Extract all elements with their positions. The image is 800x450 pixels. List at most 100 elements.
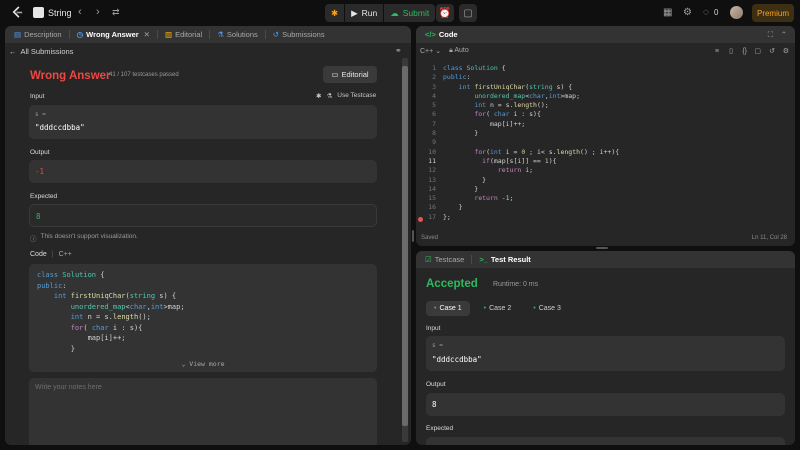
tab-test-result[interactable]: >_ Test Result: [476, 255, 533, 264]
tab-testcase[interactable]: ☑ Testcase: [422, 255, 467, 264]
settings-icon[interactable]: ⚙: [783, 47, 789, 55]
problem-list-icon[interactable]: [33, 7, 44, 18]
problem-list-title[interactable]: String: [48, 8, 72, 18]
pass-dot-icon: •: [434, 305, 437, 312]
case-label: Case 2: [489, 305, 512, 312]
link-icon[interactable]: ⚭: [395, 46, 402, 55]
divider: [156, 30, 158, 39]
case-tab-3[interactable]: • Case 3: [525, 301, 569, 316]
line-number: 15: [428, 194, 436, 203]
next-problem-icon[interactable]: ›: [96, 6, 100, 18]
streak-fire-icon[interactable]: ◌: [703, 7, 709, 18]
runtime: Runtime: 0 ms: [493, 281, 539, 288]
case-label: Case 1: [439, 305, 462, 312]
gear-icon[interactable]: ⚙: [683, 7, 692, 18]
result-status-title: Wrong Answer: [30, 70, 111, 82]
tab-code[interactable]: </> Code: [422, 30, 461, 39]
debug-bug-icon[interactable]: ✱: [316, 92, 321, 100]
output-box: -1: [29, 160, 377, 183]
vertical-resize-handle[interactable]: [412, 230, 414, 242]
run-button[interactable]: ▶ Run: [345, 4, 383, 22]
line-number: 11: [428, 156, 436, 165]
code-line: int firstUniqChar(string s) {: [53, 292, 177, 300]
submitted-code-box: class Solution { public: int firstUniqCh…: [29, 264, 377, 372]
notes-textarea[interactable]: Write your notes here: [29, 378, 377, 445]
code-line: int n = s.length();: [70, 313, 151, 321]
case-tab-2[interactable]: • Case 2: [476, 301, 520, 316]
prev-problem-icon[interactable]: ‹: [78, 6, 82, 18]
pass-dot-icon: •: [483, 305, 487, 312]
case-tab-1[interactable]: • Case 1: [426, 301, 470, 316]
result-expected-label: Expected: [426, 425, 454, 432]
layout-grid-icon[interactable]: ▦: [663, 7, 672, 18]
editorial-button[interactable]: ▭ Editorial: [323, 66, 377, 83]
tab-description[interactable]: ▤ Description: [11, 30, 65, 39]
shuffle-icon[interactable]: ⇄: [112, 7, 120, 18]
info-icon: ⓘ: [30, 236, 37, 243]
code-header-label: Code: [30, 251, 47, 258]
timer-button[interactable]: ⏰: [436, 4, 454, 22]
line-number: 14: [428, 184, 436, 193]
book-icon: ▭: [331, 70, 339, 79]
expected-value: 8: [36, 212, 41, 221]
document-icon: ▤: [14, 30, 22, 39]
reset-icon[interactable]: ↺: [769, 47, 775, 55]
mode-label: Auto: [454, 47, 469, 54]
chevron-up-icon[interactable]: ⌃: [781, 30, 787, 39]
avatar[interactable]: [730, 6, 743, 19]
format-icon[interactable]: ≡: [715, 48, 719, 55]
back-to-submissions[interactable]: ← All Submissions: [9, 47, 73, 56]
note-icon: ▢: [463, 7, 473, 19]
premium-button[interactable]: Premium: [752, 4, 794, 22]
play-icon: ▶: [351, 7, 358, 18]
left-scrollbar[interactable]: [402, 58, 408, 442]
code-line: for( char i : s){: [70, 323, 143, 332]
view-more-button[interactable]: ⌄ View more: [29, 360, 377, 368]
code-editor[interactable]: 1 2 3 4 5 6 7 8 9 10 11 12 13 14 15 16 1…: [416, 62, 795, 232]
result-input-box: s = "dddccdbba": [426, 336, 785, 371]
code-header-language: C++: [58, 251, 72, 258]
tab-editorial[interactable]: ▥ Editorial: [162, 30, 205, 39]
line-number: 13: [428, 175, 436, 184]
result-input-var: s =: [432, 342, 443, 349]
braces-icon[interactable]: {}: [742, 48, 747, 55]
view-more-label: View more: [189, 360, 225, 368]
tab-solutions[interactable]: ⚗ Solutions: [214, 30, 261, 39]
notes-placeholder: Write your notes here: [35, 384, 102, 391]
code-brackets-icon: </>: [425, 30, 436, 39]
output-label: Output: [30, 149, 50, 156]
cloud-upload-icon: ☁: [390, 7, 399, 18]
line-number: 7: [432, 119, 436, 128]
cursor-position: Ln 11, Col 28: [751, 235, 787, 241]
submit-button[interactable]: ☁ Submit: [384, 4, 435, 22]
editor-toolbar: C++ ⌄ 🔒︎ Auto ≡ ▯ {} ▢ ↺ ⚙: [416, 43, 795, 59]
editor-code[interactable]: class Solution { public: int firstUniqCh…: [443, 64, 619, 222]
language-select[interactable]: C++ ⌄: [420, 47, 441, 55]
result-output-box: 8: [426, 393, 785, 416]
tab-wrong-answer[interactable]: ◷ Wrong Answer ✕: [74, 30, 153, 39]
back-link-label: All Submissions: [20, 47, 74, 56]
code-line: map[i]++;: [37, 334, 126, 342]
input-box: s = "dddccdbba": [29, 105, 377, 139]
tab-submissions[interactable]: ↺ Submissions: [270, 30, 328, 39]
notes-button[interactable]: ▢: [459, 4, 477, 22]
divider: [68, 30, 70, 39]
chevron-double-down-icon: ⌄: [181, 360, 186, 368]
use-testcase-button[interactable]: ✱ ⚗ Use Testcase: [316, 92, 376, 100]
breakpoint-dot[interactable]: [418, 217, 423, 222]
maximize-icon[interactable]: ⛶: [768, 30, 773, 40]
result-input-value: "dddccdbba": [432, 355, 482, 364]
tab-label: Testcase: [434, 255, 465, 264]
visualization-note: ⓘ This doesn't support visualization.: [30, 233, 138, 243]
bookmark-icon[interactable]: ▯: [729, 47, 733, 55]
close-icon[interactable]: ✕: [144, 30, 150, 39]
fullscreen-icon[interactable]: ▢: [754, 47, 761, 55]
auto-mode-toggle[interactable]: 🔒︎ Auto: [449, 47, 469, 55]
horizontal-resize-handle[interactable]: [596, 247, 608, 249]
result-icon: ◷: [76, 30, 84, 39]
leetcode-logo-icon[interactable]: [11, 6, 24, 19]
scrollbar-thumb[interactable]: [402, 66, 408, 426]
language-label: C++: [420, 48, 434, 55]
debug-button[interactable]: ✱: [325, 4, 344, 22]
chevron-down-icon: ⌄: [435, 48, 442, 55]
